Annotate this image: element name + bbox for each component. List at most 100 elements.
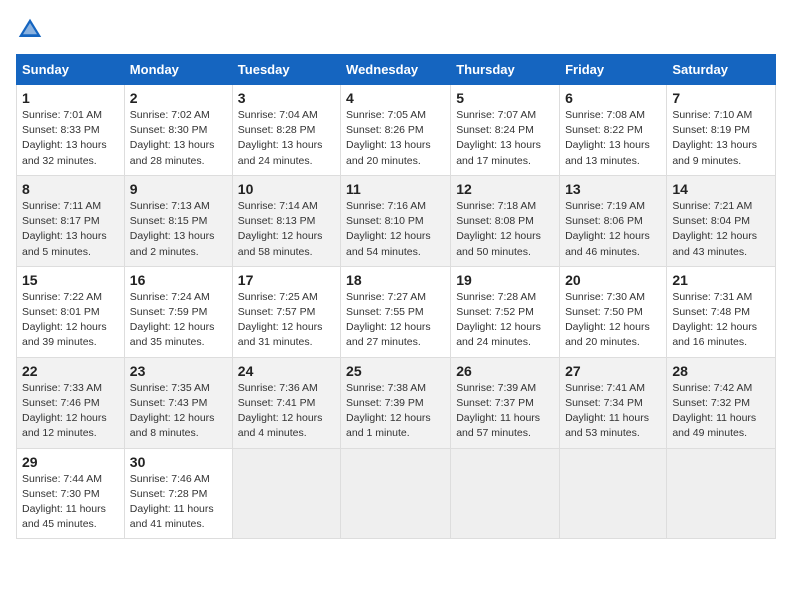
day-number: 29 bbox=[22, 454, 119, 470]
calendar-cell: 17 Sunrise: 7:25 AMSunset: 7:57 PMDayligh… bbox=[232, 266, 340, 357]
day-number: 14 bbox=[672, 181, 770, 197]
day-number: 3 bbox=[238, 90, 335, 106]
calendar-cell: 18 Sunrise: 7:27 AMSunset: 7:55 PMDayligh… bbox=[341, 266, 451, 357]
day-info: Sunrise: 7:25 AMSunset: 7:57 PMDaylight:… bbox=[238, 291, 323, 349]
day-number: 27 bbox=[565, 363, 661, 379]
day-number: 21 bbox=[672, 272, 770, 288]
calendar-cell: 23 Sunrise: 7:35 AMSunset: 7:43 PMDayligh… bbox=[124, 357, 232, 448]
calendar-cell: 11 Sunrise: 7:16 AMSunset: 8:10 PMDayligh… bbox=[341, 175, 451, 266]
day-info: Sunrise: 7:44 AMSunset: 7:30 PMDaylight:… bbox=[22, 473, 106, 531]
calendar-cell: 12Sunrise: 7:18 AMSunset: 8:08 PMDayligh… bbox=[451, 175, 560, 266]
day-info: Sunrise: 7:18 AMSunset: 8:08 PMDaylight:… bbox=[456, 200, 541, 258]
weekday-header-monday: Monday bbox=[124, 55, 232, 85]
day-info: Sunrise: 7:31 AMSunset: 7:48 PMDaylight:… bbox=[672, 291, 757, 349]
calendar-cell: 2 Sunrise: 7:02 AMSunset: 8:30 PMDaylight… bbox=[124, 85, 232, 176]
calendar-cell: 9 Sunrise: 7:13 AMSunset: 8:15 PMDaylight… bbox=[124, 175, 232, 266]
calendar-cell: 8 Sunrise: 7:11 AMSunset: 8:17 PMDaylight… bbox=[17, 175, 125, 266]
day-number: 10 bbox=[238, 181, 335, 197]
logo bbox=[16, 16, 48, 44]
day-info: Sunrise: 7:28 AMSunset: 7:52 PMDaylight:… bbox=[456, 291, 541, 349]
calendar-cell: 13 Sunrise: 7:19 AMSunset: 8:06 PMDayligh… bbox=[560, 175, 667, 266]
day-number: 26 bbox=[456, 363, 554, 379]
weekday-header-sunday: Sunday bbox=[17, 55, 125, 85]
day-number: 13 bbox=[565, 181, 661, 197]
day-number: 2 bbox=[130, 90, 227, 106]
day-number: 1 bbox=[22, 90, 119, 106]
day-number: 24 bbox=[238, 363, 335, 379]
calendar-cell: 14Sunrise: 7:21 AMSunset: 8:04 PMDayligh… bbox=[667, 175, 776, 266]
day-number: 16 bbox=[130, 272, 227, 288]
day-info: Sunrise: 7:38 AMSunset: 7:39 PMDaylight:… bbox=[346, 382, 431, 440]
day-info: Sunrise: 7:02 AMSunset: 8:30 PMDaylight:… bbox=[130, 109, 215, 167]
day-number: 17 bbox=[238, 272, 335, 288]
day-number: 19 bbox=[456, 272, 554, 288]
day-info: Sunrise: 7:30 AMSunset: 7:50 PMDaylight:… bbox=[565, 291, 650, 349]
day-number: 25 bbox=[346, 363, 445, 379]
logo-icon bbox=[16, 16, 44, 44]
day-info: Sunrise: 7:11 AMSunset: 8:17 PMDaylight:… bbox=[22, 200, 107, 258]
calendar-cell: 28 Sunrise: 7:42 AMSunset: 7:32 PMDayligh… bbox=[667, 357, 776, 448]
calendar-cell: 22 Sunrise: 7:33 AMSunset: 7:46 PMDayligh… bbox=[17, 357, 125, 448]
day-number: 15 bbox=[22, 272, 119, 288]
calendar-cell: 30Sunrise: 7:46 AMSunset: 7:28 PMDayligh… bbox=[124, 448, 232, 539]
day-info: Sunrise: 7:42 AMSunset: 7:32 PMDaylight:… bbox=[672, 382, 756, 440]
day-number: 7 bbox=[672, 90, 770, 106]
calendar-cell bbox=[232, 448, 340, 539]
calendar-cell bbox=[560, 448, 667, 539]
weekday-header-row: SundayMondayTuesdayWednesdayThursdayFrid… bbox=[17, 55, 776, 85]
day-info: Sunrise: 7:10 AMSunset: 8:19 PMDaylight:… bbox=[672, 109, 757, 167]
calendar-cell: 24Sunrise: 7:36 AMSunset: 7:41 PMDayligh… bbox=[232, 357, 340, 448]
weekday-header-thursday: Thursday bbox=[451, 55, 560, 85]
day-info: Sunrise: 7:39 AMSunset: 7:37 PMDaylight:… bbox=[456, 382, 540, 440]
day-info: Sunrise: 7:01 AMSunset: 8:33 PMDaylight:… bbox=[22, 109, 107, 167]
weekday-header-saturday: Saturday bbox=[667, 55, 776, 85]
day-info: Sunrise: 7:05 AMSunset: 8:26 PMDaylight:… bbox=[346, 109, 431, 167]
calendar-cell: 26 Sunrise: 7:39 AMSunset: 7:37 PMDayligh… bbox=[451, 357, 560, 448]
calendar-week-row: 8 Sunrise: 7:11 AMSunset: 8:17 PMDaylight… bbox=[17, 175, 776, 266]
calendar-week-row: 22 Sunrise: 7:33 AMSunset: 7:46 PMDayligh… bbox=[17, 357, 776, 448]
calendar-cell bbox=[667, 448, 776, 539]
day-number: 11 bbox=[346, 181, 445, 197]
calendar-week-row: 29 Sunrise: 7:44 AMSunset: 7:30 PMDayligh… bbox=[17, 448, 776, 539]
day-info: Sunrise: 7:14 AMSunset: 8:13 PMDaylight:… bbox=[238, 200, 323, 258]
calendar-cell: 1 Sunrise: 7:01 AMSunset: 8:33 PMDaylight… bbox=[17, 85, 125, 176]
calendar-table: SundayMondayTuesdayWednesdayThursdayFrid… bbox=[16, 54, 776, 539]
day-number: 23 bbox=[130, 363, 227, 379]
calendar-cell: 16Sunrise: 7:24 AMSunset: 7:59 PMDayligh… bbox=[124, 266, 232, 357]
day-info: Sunrise: 7:08 AMSunset: 8:22 PMDaylight:… bbox=[565, 109, 650, 167]
day-info: Sunrise: 7:46 AMSunset: 7:28 PMDaylight:… bbox=[130, 473, 214, 531]
calendar-week-row: 15 Sunrise: 7:22 AMSunset: 8:01 PMDayligh… bbox=[17, 266, 776, 357]
day-info: Sunrise: 7:35 AMSunset: 7:43 PMDaylight:… bbox=[130, 382, 215, 440]
day-info: Sunrise: 7:13 AMSunset: 8:15 PMDaylight:… bbox=[130, 200, 215, 258]
day-number: 6 bbox=[565, 90, 661, 106]
calendar-cell: 5 Sunrise: 7:07 AMSunset: 8:24 PMDaylight… bbox=[451, 85, 560, 176]
calendar-cell: 15 Sunrise: 7:22 AMSunset: 8:01 PMDayligh… bbox=[17, 266, 125, 357]
day-info: Sunrise: 7:33 AMSunset: 7:46 PMDaylight:… bbox=[22, 382, 107, 440]
calendar-cell: 27 Sunrise: 7:41 AMSunset: 7:34 PMDayligh… bbox=[560, 357, 667, 448]
weekday-header-friday: Friday bbox=[560, 55, 667, 85]
day-info: Sunrise: 7:27 AMSunset: 7:55 PMDaylight:… bbox=[346, 291, 431, 349]
day-number: 8 bbox=[22, 181, 119, 197]
day-info: Sunrise: 7:04 AMSunset: 8:28 PMDaylight:… bbox=[238, 109, 323, 167]
calendar-cell: 29 Sunrise: 7:44 AMSunset: 7:30 PMDayligh… bbox=[17, 448, 125, 539]
day-number: 28 bbox=[672, 363, 770, 379]
day-number: 9 bbox=[130, 181, 227, 197]
day-info: Sunrise: 7:22 AMSunset: 8:01 PMDaylight:… bbox=[22, 291, 107, 349]
weekday-header-wednesday: Wednesday bbox=[341, 55, 451, 85]
day-number: 20 bbox=[565, 272, 661, 288]
day-info: Sunrise: 7:19 AMSunset: 8:06 PMDaylight:… bbox=[565, 200, 650, 258]
day-info: Sunrise: 7:16 AMSunset: 8:10 PMDaylight:… bbox=[346, 200, 431, 258]
calendar-cell: 6 Sunrise: 7:08 AMSunset: 8:22 PMDaylight… bbox=[560, 85, 667, 176]
calendar-cell bbox=[341, 448, 451, 539]
day-number: 18 bbox=[346, 272, 445, 288]
day-number: 22 bbox=[22, 363, 119, 379]
calendar-cell: 3 Sunrise: 7:04 AMSunset: 8:28 PMDaylight… bbox=[232, 85, 340, 176]
calendar-cell: 20 Sunrise: 7:30 AMSunset: 7:50 PMDayligh… bbox=[560, 266, 667, 357]
calendar-cell bbox=[451, 448, 560, 539]
calendar-cell: 25 Sunrise: 7:38 AMSunset: 7:39 PMDayligh… bbox=[341, 357, 451, 448]
day-info: Sunrise: 7:07 AMSunset: 8:24 PMDaylight:… bbox=[456, 109, 541, 167]
calendar-cell: 4Sunrise: 7:05 AMSunset: 8:26 PMDaylight… bbox=[341, 85, 451, 176]
day-info: Sunrise: 7:41 AMSunset: 7:34 PMDaylight:… bbox=[565, 382, 649, 440]
weekday-header-tuesday: Tuesday bbox=[232, 55, 340, 85]
day-number: 5 bbox=[456, 90, 554, 106]
